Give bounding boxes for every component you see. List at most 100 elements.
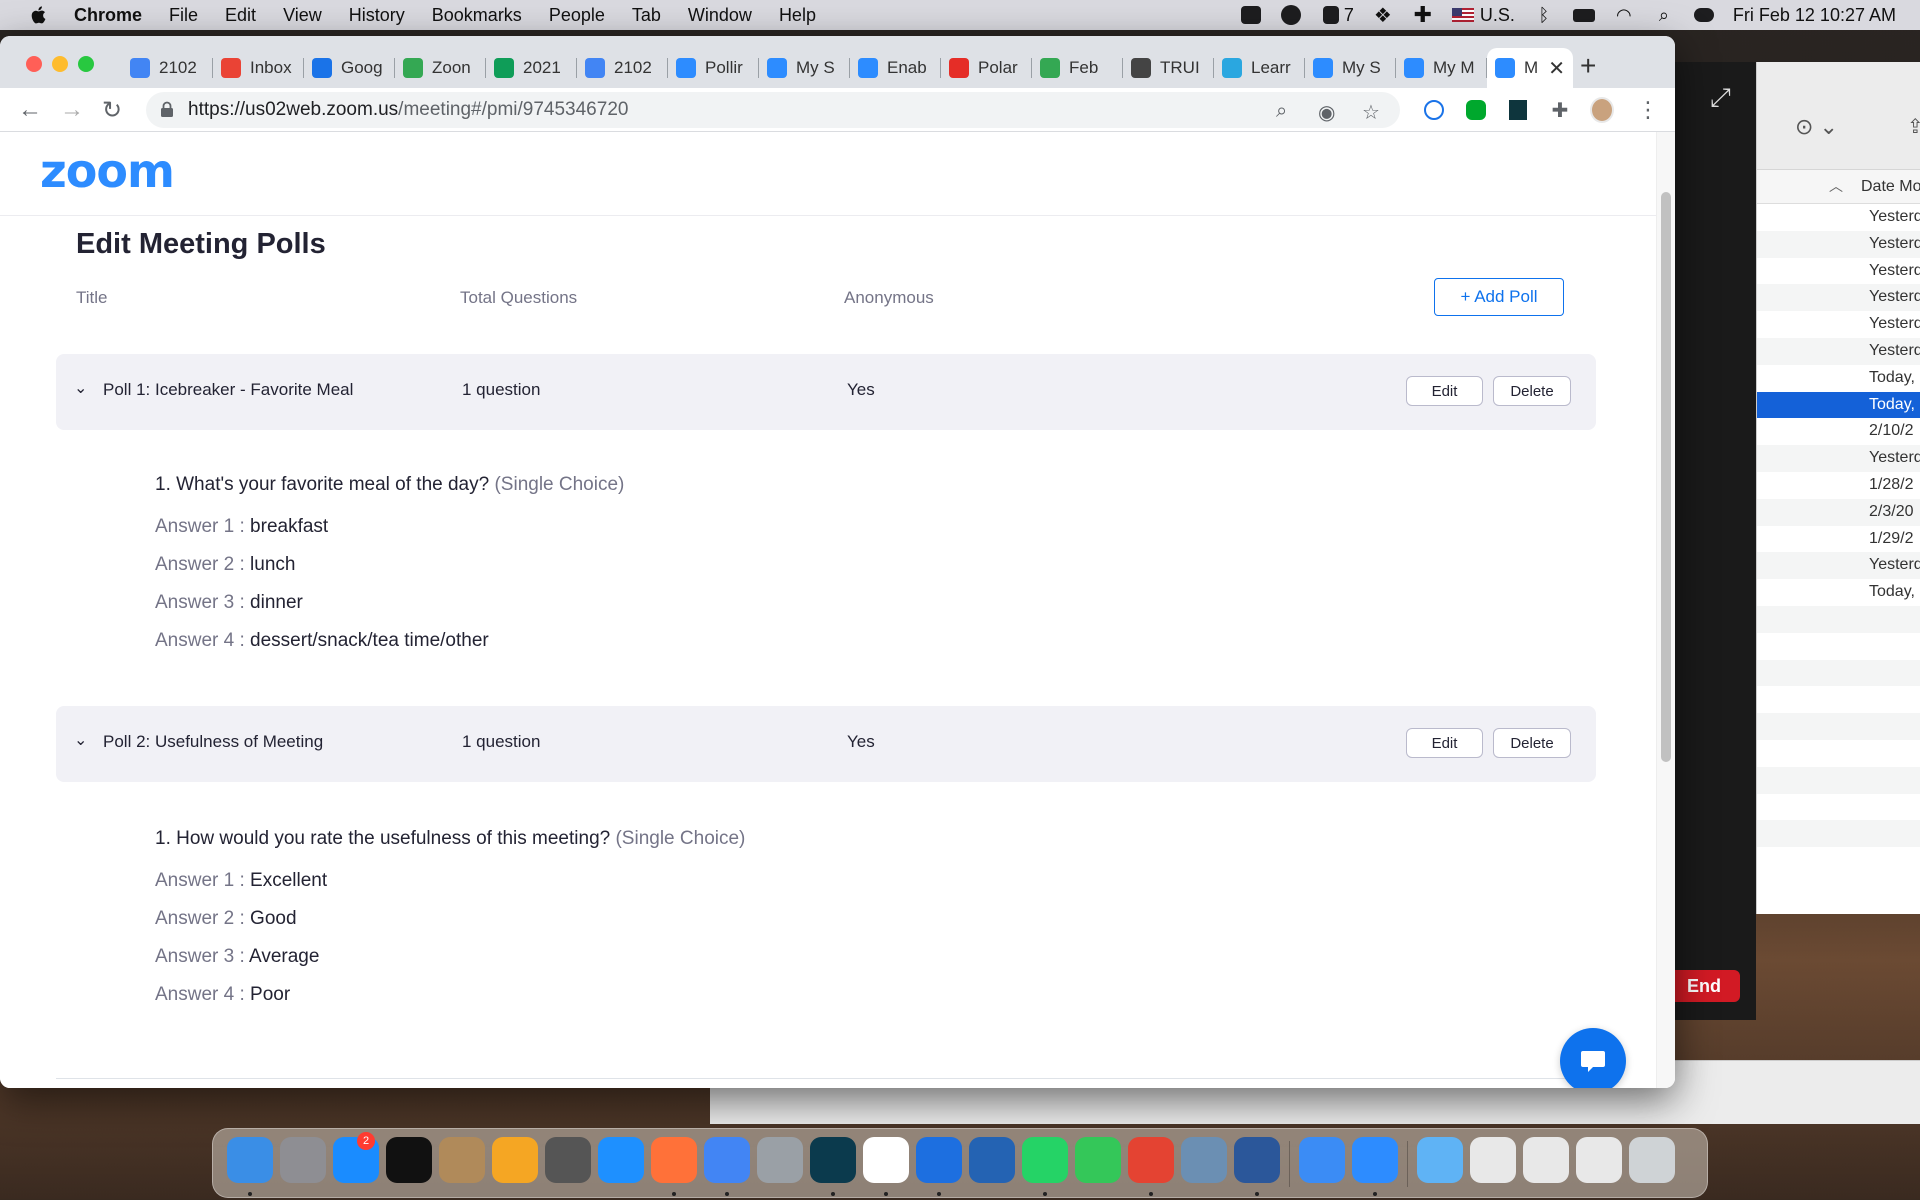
zoom-lens-icon[interactable]: ⌕ [1276, 100, 1287, 123]
chat-support-button[interactable] [1560, 1028, 1626, 1088]
mail-icon[interactable] [1299, 1137, 1345, 1183]
finder-row[interactable]: Yesterd [1757, 258, 1920, 285]
tab[interactable]: Learr [1214, 48, 1305, 88]
tab[interactable]: Polar [941, 48, 1032, 88]
tab[interactable]: Goog [304, 48, 395, 88]
fullscreen-icon[interactable]: ⤢ [1710, 82, 1731, 114]
tab[interactable]: My S [759, 48, 850, 88]
vpn-menubar-icon[interactable] [1280, 5, 1302, 25]
scrollbar-thumb[interactable] [1661, 192, 1671, 762]
dashlane-icon[interactable] [810, 1137, 856, 1183]
firefox-icon[interactable] [651, 1137, 697, 1183]
battery-status-icon[interactable]: 7 [1320, 5, 1354, 26]
control-center-icon[interactable] [1693, 5, 1715, 25]
finder-row[interactable]: Yesterd [1757, 445, 1920, 472]
add-poll-button[interactable]: + Add Poll [1434, 278, 1564, 316]
close-window-button[interactable] [26, 56, 42, 72]
dropbox-icon[interactable]: ❖ [1372, 5, 1394, 27]
delete-poll-button[interactable]: Delete [1493, 728, 1571, 758]
end-meeting-button[interactable]: End [1668, 970, 1740, 1002]
evernote-extension-icon[interactable] [1464, 98, 1488, 122]
menu-tab[interactable]: Tab [632, 5, 661, 26]
page-scrollbar[interactable] [1656, 132, 1675, 1088]
zoom-icon[interactable] [1352, 1137, 1398, 1183]
tab[interactable]: Zoon [395, 48, 486, 88]
menu-help[interactable]: Help [779, 5, 816, 26]
finder-row[interactable]: Yesterd [1757, 311, 1920, 338]
tracking-blocked-icon[interactable]: ◉ [1318, 100, 1335, 125]
stack-icon[interactable] [1523, 1137, 1569, 1183]
wifi-icon[interactable]: ◠ [1613, 5, 1635, 25]
tab[interactable]: Feb [1032, 48, 1123, 88]
jamf-icon[interactable] [916, 1137, 962, 1183]
tab[interactable]: Inbox [213, 48, 304, 88]
menu-edit[interactable]: Edit [225, 5, 256, 26]
menu-view[interactable]: View [283, 5, 322, 26]
forward-arrow-icon[interactable]: → [60, 96, 84, 124]
apple-tv-icon[interactable] [386, 1137, 432, 1183]
chrome-menu-icon[interactable]: ⋮ [1636, 97, 1660, 122]
menu-chrome[interactable]: Chrome [74, 5, 142, 26]
spotlight-search-icon[interactable]: ⌕ [1653, 5, 1675, 25]
finder-row[interactable]: Today, [1757, 579, 1920, 606]
zoom-menubar-icon[interactable] [1240, 5, 1262, 25]
finder-row[interactable]: 1/28/2 [1757, 472, 1920, 499]
zoom-window-button[interactable] [78, 56, 94, 72]
chrome-icon[interactable] [704, 1137, 750, 1183]
edit-poll-button[interactable]: Edit [1406, 376, 1483, 406]
finder-icon[interactable] [227, 1137, 273, 1183]
reload-icon[interactable]: ↻ [102, 96, 122, 125]
safari-icon[interactable] [598, 1137, 644, 1183]
more-actions-icon[interactable]: ⊙ ⌄ [1795, 114, 1838, 140]
close-tab-icon[interactable]: ✕ [1548, 56, 1565, 81]
finder-row[interactable]: 2/3/20 [1757, 498, 1920, 526]
messenger-extension-icon[interactable] [1422, 98, 1446, 122]
trash-icon[interactable] [1629, 1137, 1675, 1183]
tab[interactable]: Pollir [668, 48, 759, 88]
evernote-icon[interactable] [757, 1137, 803, 1183]
stack-icon[interactable] [1576, 1137, 1622, 1183]
finder-row[interactable]: Yesterd [1757, 284, 1920, 312]
slack-icon[interactable] [863, 1137, 909, 1183]
finder-row[interactable]: Today, [1757, 391, 1920, 419]
menu-file[interactable]: File [169, 5, 198, 26]
todoist-icon[interactable] [1128, 1137, 1174, 1183]
system-preferences-icon[interactable] [280, 1137, 326, 1183]
poll-row[interactable]: ⌄ Poll 1: Icebreaker - Favorite Meal 1 q… [56, 354, 1596, 430]
contacts-icon[interactable] [439, 1137, 485, 1183]
apple-menu-icon[interactable] [28, 4, 50, 26]
stack-icon[interactable] [1470, 1137, 1516, 1183]
menubar-clock[interactable]: Fri Feb 12 10:27 AM [1733, 5, 1896, 26]
tab[interactable]: My M [1396, 48, 1487, 88]
tab[interactable]: 2021 [486, 48, 577, 88]
finder-row[interactable]: Yesterd [1757, 552, 1920, 580]
menu-window[interactable]: Window [688, 5, 752, 26]
menu-history[interactable]: History [349, 5, 405, 26]
new-tab-button[interactable]: + [1580, 50, 1596, 82]
mountain-icon[interactable] [969, 1137, 1015, 1183]
calculator-icon[interactable] [545, 1137, 591, 1183]
battery-icon[interactable] [1572, 5, 1595, 25]
menu-bookmarks[interactable]: Bookmarks [432, 5, 522, 26]
collapse-chevron-icon[interactable]: ⌄ [74, 378, 87, 398]
tab[interactable]: TRUI [1123, 48, 1214, 88]
minimize-window-button[interactable] [52, 56, 68, 72]
back-arrow-icon[interactable]: ← [18, 96, 42, 124]
delete-poll-button[interactable]: Delete [1493, 376, 1571, 406]
messages-icon[interactable] [1075, 1137, 1121, 1183]
bluetooth-icon[interactable]: ᛒ [1533, 5, 1555, 25]
tab[interactable]: Enab [850, 48, 941, 88]
collapse-chevron-icon[interactable]: ⌄ [74, 730, 87, 750]
preview-icon[interactable] [1181, 1137, 1227, 1183]
extensions-puzzle-icon[interactable]: ✚ [1548, 98, 1572, 122]
tab[interactable]: 2102 [122, 48, 213, 88]
downloads-folder-icon[interactable] [1417, 1137, 1463, 1183]
input-source-menu[interactable]: U.S. [1451, 5, 1515, 26]
whatsapp-icon[interactable] [1022, 1137, 1068, 1183]
finder-row[interactable]: Yesterd [1757, 230, 1920, 258]
share-icon[interactable]: ⇪ [1907, 114, 1920, 139]
tab[interactable]: 2102 [577, 48, 668, 88]
photos-icon[interactable] [492, 1137, 538, 1183]
finder-row[interactable]: Yesterd [1757, 337, 1920, 365]
finder-row[interactable]: 2/10/2 [1757, 418, 1920, 445]
